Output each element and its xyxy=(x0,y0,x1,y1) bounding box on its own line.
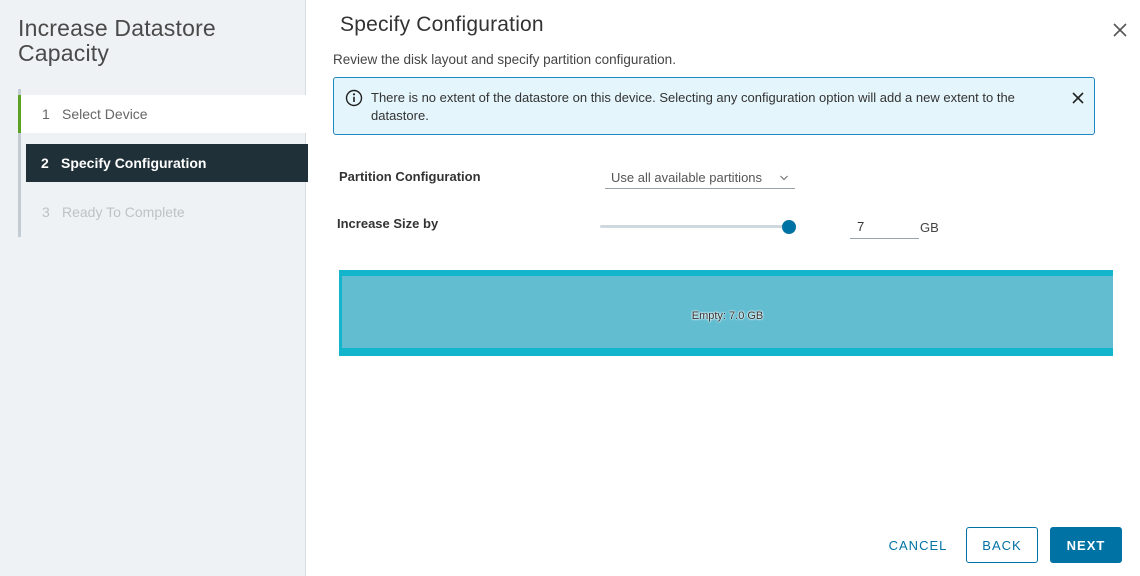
disk-empty-segment: Empty: 7.0 GB xyxy=(342,276,1113,348)
increase-size-input[interactable] xyxy=(850,215,919,239)
page-title: Specify Configuration xyxy=(340,13,544,36)
step-select-device[interactable]: 1 Select Device xyxy=(18,95,308,133)
cancel-button[interactable]: CANCEL xyxy=(879,527,957,563)
step-number: 2 xyxy=(41,155,49,171)
increase-size-label: Increase Size by xyxy=(337,216,439,231)
step-number: 1 xyxy=(42,106,50,122)
wizard-sidebar: Increase Datastore Capacity 1 Select Dev… xyxy=(0,0,308,576)
step-label: Ready To Complete xyxy=(62,204,185,220)
close-icon[interactable] xyxy=(1106,16,1132,42)
step-number: 3 xyxy=(42,204,50,220)
page-subtitle: Review the disk layout and specify parti… xyxy=(333,52,676,67)
increase-size-slider[interactable] xyxy=(600,218,796,236)
partition-configuration-label: Partition Configuration xyxy=(339,169,481,184)
size-unit: GB xyxy=(920,220,939,235)
partition-configuration-select[interactable]: Use all available partitions xyxy=(605,165,795,189)
back-button[interactable]: BACK xyxy=(966,527,1038,563)
step-ready-to-complete: 3 Ready To Complete xyxy=(18,193,308,231)
info-icon xyxy=(345,89,363,107)
alert-message: There is no extent of the datastore on t… xyxy=(371,90,1015,123)
chevron-down-icon xyxy=(779,171,789,181)
step-label: Specify Configuration xyxy=(61,155,207,171)
step-specify-configuration[interactable]: 2 Specify Configuration xyxy=(26,144,308,182)
disk-layout-bar: Empty: 7.0 GB xyxy=(339,270,1113,356)
slider-thumb[interactable] xyxy=(782,220,796,234)
wizard-content: Specify Configuration Review the disk la… xyxy=(306,0,1140,576)
disk-segment-label: Empty: 7.0 GB xyxy=(691,310,764,322)
step-label: Select Device xyxy=(62,106,148,122)
wizard-steps: 1 Select Device 2 Specify Configuration … xyxy=(18,89,308,237)
wizard-title: Increase Datastore Capacity xyxy=(18,15,216,66)
next-button[interactable]: NEXT xyxy=(1050,527,1122,563)
slider-track xyxy=(600,225,796,228)
close-icon[interactable] xyxy=(1069,89,1087,107)
partition-configuration-value: Use all available partitions xyxy=(611,170,763,185)
info-alert: There is no extent of the datastore on t… xyxy=(333,77,1095,135)
